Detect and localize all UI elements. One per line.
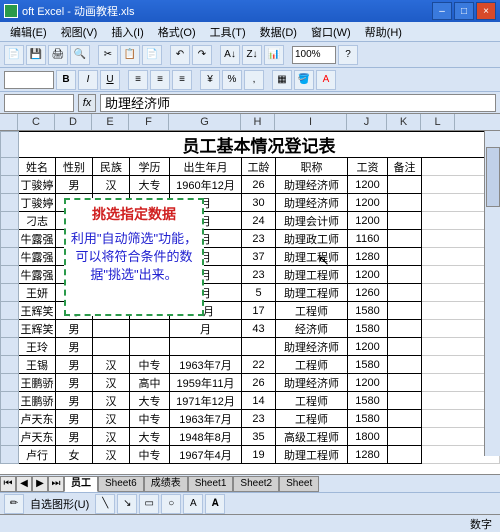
worksheet[interactable]: CDEFGHIJKL 员工基本情况登记表 姓名性别民族学历出生年月工龄职称工资备… xyxy=(0,114,500,474)
menu-view[interactable]: 视图(V) xyxy=(55,22,104,42)
tip-callout: 挑选指定数据 利用"自动筛选"功能，可以将符合条件的数据"挑选"出来。 xyxy=(64,198,204,316)
line-icon[interactable]: ╲ xyxy=(95,494,115,514)
menu-data[interactable]: 数据(D) xyxy=(254,22,303,42)
oval-icon[interactable]: ○ xyxy=(161,494,181,514)
menu-insert[interactable]: 插入(I) xyxy=(105,22,149,42)
title-text: oft Excel - 动画教程.xls xyxy=(22,3,134,19)
redo-icon[interactable]: ↷ xyxy=(192,45,212,65)
sort-asc-icon[interactable]: A↓ xyxy=(220,45,240,65)
tab-sheet1[interactable]: Sheet1 xyxy=(188,476,234,492)
bold-icon[interactable]: B xyxy=(56,70,76,90)
fontcolor-icon[interactable]: A xyxy=(316,70,336,90)
tab-next-icon[interactable]: ▶ xyxy=(32,476,48,492)
column-headers[interactable]: CDEFGHIJKL xyxy=(0,114,500,131)
menubar: 编辑(E) 视图(V) 插入(I) 格式(O) 工具(T) 数据(D) 窗口(W… xyxy=(0,22,500,42)
underline-icon[interactable]: U xyxy=(100,70,120,90)
save-icon[interactable]: 💾 xyxy=(26,45,46,65)
chart-icon[interactable]: 📊 xyxy=(264,45,284,65)
arrow-icon[interactable]: ↘ xyxy=(117,494,137,514)
undo-icon[interactable]: ↶ xyxy=(170,45,190,65)
textbox-icon[interactable]: A xyxy=(183,494,203,514)
tab-sheet6[interactable]: Sheet6 xyxy=(98,476,144,492)
sheet-tabs: ⏮ ◀ ▶ ⏭ 员工 Sheet6 成绩表 Sheet1 Sheet2 Shee… xyxy=(0,474,500,492)
table-row[interactable]: 丁骏婷男汉大专1960年12月26助理经济师1200 xyxy=(1,176,500,194)
print-icon[interactable]: 🖨 xyxy=(48,45,68,65)
font-size-select[interactable] xyxy=(4,71,54,89)
close-button[interactable]: × xyxy=(476,2,496,20)
vertical-scrollbar[interactable] xyxy=(484,131,500,456)
menu-help[interactable]: 帮助(H) xyxy=(359,22,408,42)
table-row[interactable]: 王锡男汉中专1963年7月22工程师1580 xyxy=(1,356,500,374)
menu-edit[interactable]: 编辑(E) xyxy=(4,22,53,42)
callout-heading: 挑选指定数据 xyxy=(70,204,198,224)
status-bar: 数字 xyxy=(0,514,500,532)
callout-body: 利用"自动筛选"功能，可以将符合条件的数据"挑选"出来。 xyxy=(70,230,198,284)
drawing-toolbar: ✏ 自选图形(U) ╲ ↘ ▭ ○ A 𝐀 xyxy=(0,492,500,514)
tab-grades[interactable]: 成绩表 xyxy=(144,476,188,492)
autoshape-menu[interactable]: 自选图形(U) xyxy=(26,496,93,512)
table-row[interactable]: 王玲男助理经济师1200 xyxy=(1,338,500,356)
sort-desc-icon[interactable]: Z↓ xyxy=(242,45,262,65)
mouse-cursor: ↖ xyxy=(318,252,330,269)
status-right: 数字 xyxy=(470,516,492,532)
table-row[interactable]: 王鹏骄男汉高中1959年11月26助理经济师1200 xyxy=(1,374,500,392)
table-title[interactable]: 员工基本情况登记表 xyxy=(19,132,500,158)
table-row[interactable]: 卢天东男汉大专1948年8月35高级工程师1800 xyxy=(1,428,500,446)
menu-tools[interactable]: 工具(T) xyxy=(204,22,252,42)
fillcolor-icon[interactable]: 🪣 xyxy=(294,70,314,90)
rect-icon[interactable]: ▭ xyxy=(139,494,159,514)
menu-format[interactable]: 格式(O) xyxy=(152,22,202,42)
maximize-button[interactable]: □ xyxy=(454,2,474,20)
menu-window[interactable]: 窗口(W) xyxy=(305,22,357,42)
tab-sheet[interactable]: Sheet xyxy=(279,476,319,492)
percent-icon[interactable]: % xyxy=(222,70,242,90)
draw-icon[interactable]: ✏ xyxy=(4,494,24,514)
titlebar: oft Excel - 动画教程.xls – □ × xyxy=(0,0,500,22)
cut-icon[interactable]: ✂ xyxy=(98,45,118,65)
table-row[interactable]: 卢行女汉中专1967年4月19助理工程师1280 xyxy=(1,446,500,464)
help-icon[interactable]: ? xyxy=(338,45,358,65)
standard-toolbar: 📄 💾 🖨 🔍 ✂ 📋 📄 ↶ ↷ A↓ Z↓ 📊 100% ? xyxy=(0,42,500,68)
new-icon[interactable]: 📄 xyxy=(4,45,24,65)
header-row: 姓名性别民族学历出生年月工龄职称工资备注 xyxy=(1,158,500,176)
tab-employees[interactable]: 员工 xyxy=(64,476,98,492)
copy-icon[interactable]: 📋 xyxy=(120,45,140,65)
tab-sheet2[interactable]: Sheet2 xyxy=(233,476,279,492)
table-row[interactable]: 卢天东男汉中专1963年7月23工程师1580 xyxy=(1,410,500,428)
table-row[interactable]: 王鹏骄男汉大专1971年12月14工程师1580 xyxy=(1,392,500,410)
italic-icon[interactable]: I xyxy=(78,70,98,90)
borders-icon[interactable]: ▦ xyxy=(272,70,292,90)
preview-icon[interactable]: 🔍 xyxy=(70,45,90,65)
align-left-icon[interactable]: ≡ xyxy=(128,70,148,90)
minimize-button[interactable]: – xyxy=(432,2,452,20)
tab-last-icon[interactable]: ⏭ xyxy=(48,476,64,492)
align-center-icon[interactable]: ≡ xyxy=(150,70,170,90)
wordart-icon[interactable]: 𝐀 xyxy=(205,494,225,514)
align-right-icon[interactable]: ≡ xyxy=(172,70,192,90)
fx-icon[interactable]: fx xyxy=(78,94,96,112)
formula-bar: fx 助理经济师 xyxy=(0,92,500,114)
tab-prev-icon[interactable]: ◀ xyxy=(16,476,32,492)
paste-icon[interactable]: 📄 xyxy=(142,45,162,65)
app-icon xyxy=(4,4,18,18)
tab-first-icon[interactable]: ⏮ xyxy=(0,476,16,492)
name-box[interactable] xyxy=(4,94,74,112)
comma-icon[interactable]: , xyxy=(244,70,264,90)
zoom-combo[interactable]: 100% xyxy=(292,46,336,64)
currency-icon[interactable]: ¥ xyxy=(200,70,220,90)
formula-input[interactable]: 助理经济师 xyxy=(100,94,496,112)
table-row[interactable]: 王辉笑男月43经济师1580 xyxy=(1,320,500,338)
formatting-toolbar: B I U ≡ ≡ ≡ ¥ % , ▦ 🪣 A xyxy=(0,68,500,92)
